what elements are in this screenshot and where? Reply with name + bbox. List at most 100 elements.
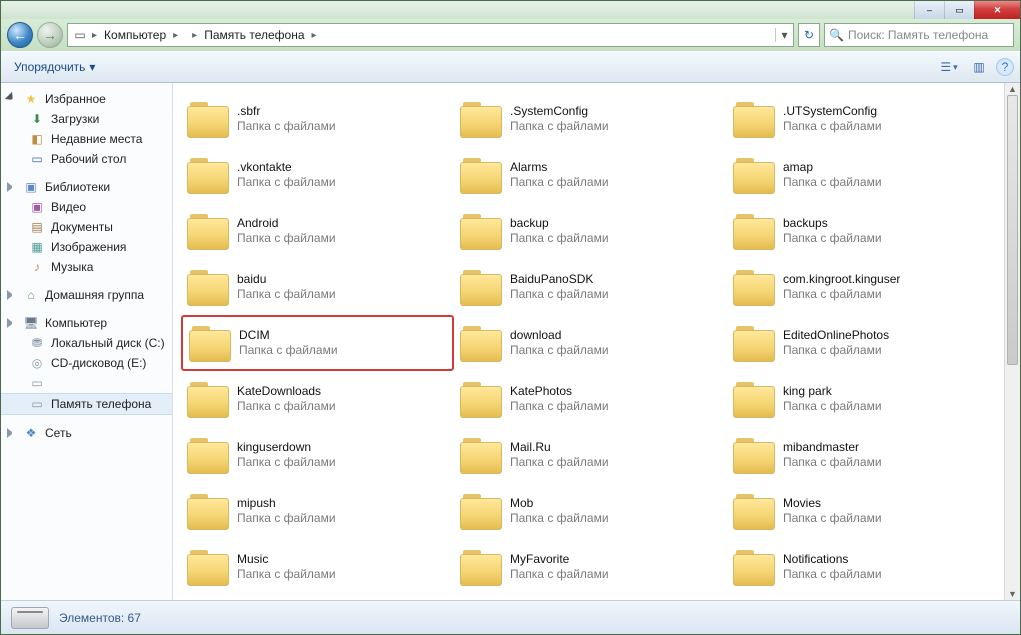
folder-item[interactable]: mibandmasterПапка с файлами	[727, 427, 1000, 483]
search-box[interactable]: 🔍 Поиск: Память телефона	[824, 23, 1014, 47]
folder-item[interactable]: BaiduPanoSDKПапка с файлами	[454, 259, 727, 315]
drive-icon	[11, 607, 49, 629]
nav-header-computer[interactable]: 🖥 Компьютер	[1, 313, 172, 333]
folder-icon	[187, 156, 229, 194]
folder-name: Mob	[510, 496, 609, 511]
view-options-button[interactable]: ☰▾	[936, 56, 962, 78]
breadcrumb-segment[interactable]: Компьютер	[101, 28, 169, 42]
chevron-right-icon[interactable]: ▸	[190, 30, 199, 41]
nav-item[interactable]: ◎CD-дисковод (E:)	[1, 353, 172, 373]
folder-item[interactable]: downloadПапка с файлами	[454, 315, 727, 371]
folder-item[interactable]: .SystemConfigПапка с файлами	[454, 91, 727, 147]
nav-back-button[interactable]: ←	[7, 22, 33, 48]
nav-forward-button[interactable]: →	[37, 22, 63, 48]
folder-item[interactable]: backupsПапка с файлами	[727, 203, 1000, 259]
organize-label: Упорядочить	[14, 60, 85, 74]
folder-item[interactable]: .UTSystemConfigПапка с файлами	[727, 91, 1000, 147]
folder-item[interactable]: KatePhotosПапка с файлами	[454, 371, 727, 427]
nav-item[interactable]: ◧Недавние места	[1, 129, 172, 149]
scrollbar-thumb[interactable]	[1007, 95, 1018, 365]
nav-item[interactable]: ▣Видео	[1, 197, 172, 217]
refresh-button[interactable]: ↻	[798, 23, 820, 47]
folder-item[interactable]: backupПапка с файлами	[454, 203, 727, 259]
nav-item[interactable]: ⛃Локальный диск (C:)	[1, 333, 172, 353]
folder-item[interactable]: NotificationsПапка с файлами	[727, 539, 1000, 595]
folder-type: Папка с файлами	[510, 287, 609, 302]
folder-item[interactable]: AndroidПапка с файлами	[181, 203, 454, 259]
folder-name: king park	[783, 384, 882, 399]
folder-item[interactable]: DCIMПапка с файлами	[181, 315, 454, 371]
folder-item[interactable]: Mail.RuПапка с файлами	[454, 427, 727, 483]
breadcrumb[interactable]: ▭ ▸ Компьютер ▸ ▸ Память телефона ▸ ▾	[67, 23, 794, 47]
folder-name: BaiduPanoSDK	[510, 272, 609, 287]
nav-item[interactable]: ▭	[1, 373, 172, 393]
window-minimize-button[interactable]: –	[914, 1, 944, 19]
folder-item[interactable]: mipushПапка с файлами	[181, 483, 454, 539]
folder-type: Папка с файлами	[783, 455, 882, 470]
nav-header-libraries[interactable]: ▣ Библиотеки	[1, 177, 172, 197]
nav-item[interactable]: ▭Память телефона	[1, 393, 172, 415]
folder-item[interactable]: EditedOnlinePhotosПапка с файлами	[727, 315, 1000, 371]
folder-name: .vkontakte	[237, 160, 336, 175]
nav-item[interactable]: ▭Рабочий стол	[1, 149, 172, 169]
device-icon: ▭	[72, 27, 88, 43]
folder-item[interactable]: com.kingroot.kinguserПапка с файлами	[727, 259, 1000, 315]
organize-menu[interactable]: Упорядочить ▾	[7, 56, 102, 78]
folder-item[interactable]: .sbfrПапка с файлами	[181, 91, 454, 147]
folder-name: backup	[510, 216, 609, 231]
folder-icon	[733, 156, 775, 194]
status-bar: Элементов: 67	[1, 600, 1020, 634]
folder-item[interactable]: MyFavoriteПапка с файлами	[454, 539, 727, 595]
nav-header-homegroup[interactable]: ⌂ Домашняя группа	[1, 285, 172, 305]
breadcrumb-segment[interactable]: Память телефона	[201, 28, 307, 42]
folder-icon	[733, 100, 775, 138]
folder-icon	[187, 492, 229, 530]
folder-name: Alarms	[510, 160, 609, 175]
nav-item-icon: ▦	[29, 239, 45, 255]
expand-icon[interactable]	[7, 290, 17, 300]
nav-item[interactable]: ⬇Загрузки	[1, 109, 172, 129]
folder-icon	[733, 380, 775, 418]
nav-header-network[interactable]: ❖ Сеть	[1, 423, 172, 443]
window-maximize-button[interactable]: ▭	[944, 1, 974, 19]
folder-item[interactable]: MusicПапка с файлами	[181, 539, 454, 595]
help-button[interactable]: ?	[996, 58, 1014, 76]
folder-item[interactable]: .vkontakteПапка с файлами	[181, 147, 454, 203]
titlebar: – ▭ ✕	[1, 1, 1020, 19]
folder-type: Папка с файлами	[237, 567, 336, 582]
folder-item[interactable]: AlarmsПапка с файлами	[454, 147, 727, 203]
folder-name: DCIM	[239, 328, 338, 343]
breadcrumb-dropdown[interactable]: ▾	[775, 28, 793, 42]
folder-item[interactable]: MoviesПапка с файлами	[727, 483, 1000, 539]
chevron-right-icon[interactable]: ▸	[171, 30, 180, 41]
file-list[interactable]: .sbfrПапка с файлами.SystemConfigПапка с…	[173, 83, 1020, 600]
nav-item[interactable]: ▦Изображения	[1, 237, 172, 257]
nav-item[interactable]: ♪Музыка	[1, 257, 172, 277]
folder-item[interactable]: MobПапка с файлами	[454, 483, 727, 539]
folder-icon	[733, 548, 775, 586]
nav-header-favorites[interactable]: ★ Избранное	[1, 89, 172, 109]
star-icon: ★	[23, 91, 39, 107]
nav-item[interactable]: ▤Документы	[1, 217, 172, 237]
folder-item[interactable]: king parkПапка с файлами	[727, 371, 1000, 427]
chevron-right-icon[interactable]: ▸	[310, 30, 319, 41]
vertical-scrollbar[interactable]: ▲ ▼	[1004, 83, 1020, 600]
chevron-right-icon[interactable]: ▸	[90, 30, 99, 41]
expand-icon[interactable]	[7, 428, 17, 438]
folder-name: download	[510, 328, 609, 343]
folder-item[interactable]: KateDownloadsПапка с файлами	[181, 371, 454, 427]
expand-icon[interactable]	[5, 92, 19, 106]
folder-icon	[187, 100, 229, 138]
preview-pane-button[interactable]: ▥	[966, 56, 992, 78]
window-close-button[interactable]: ✕	[974, 1, 1020, 19]
folder-item[interactable]: amapПапка с файлами	[727, 147, 1000, 203]
folder-item[interactable]: kinguserdownПапка с файлами	[181, 427, 454, 483]
folder-icon	[460, 548, 502, 586]
expand-icon[interactable]	[7, 318, 17, 328]
folder-item[interactable]: baiduПапка с файлами	[181, 259, 454, 315]
nav-item-icon: ⬇	[29, 111, 45, 127]
expand-icon[interactable]	[7, 182, 17, 192]
folder-icon	[733, 212, 775, 250]
scroll-down-button[interactable]: ▼	[1005, 588, 1020, 600]
scroll-up-button[interactable]: ▲	[1005, 83, 1020, 95]
